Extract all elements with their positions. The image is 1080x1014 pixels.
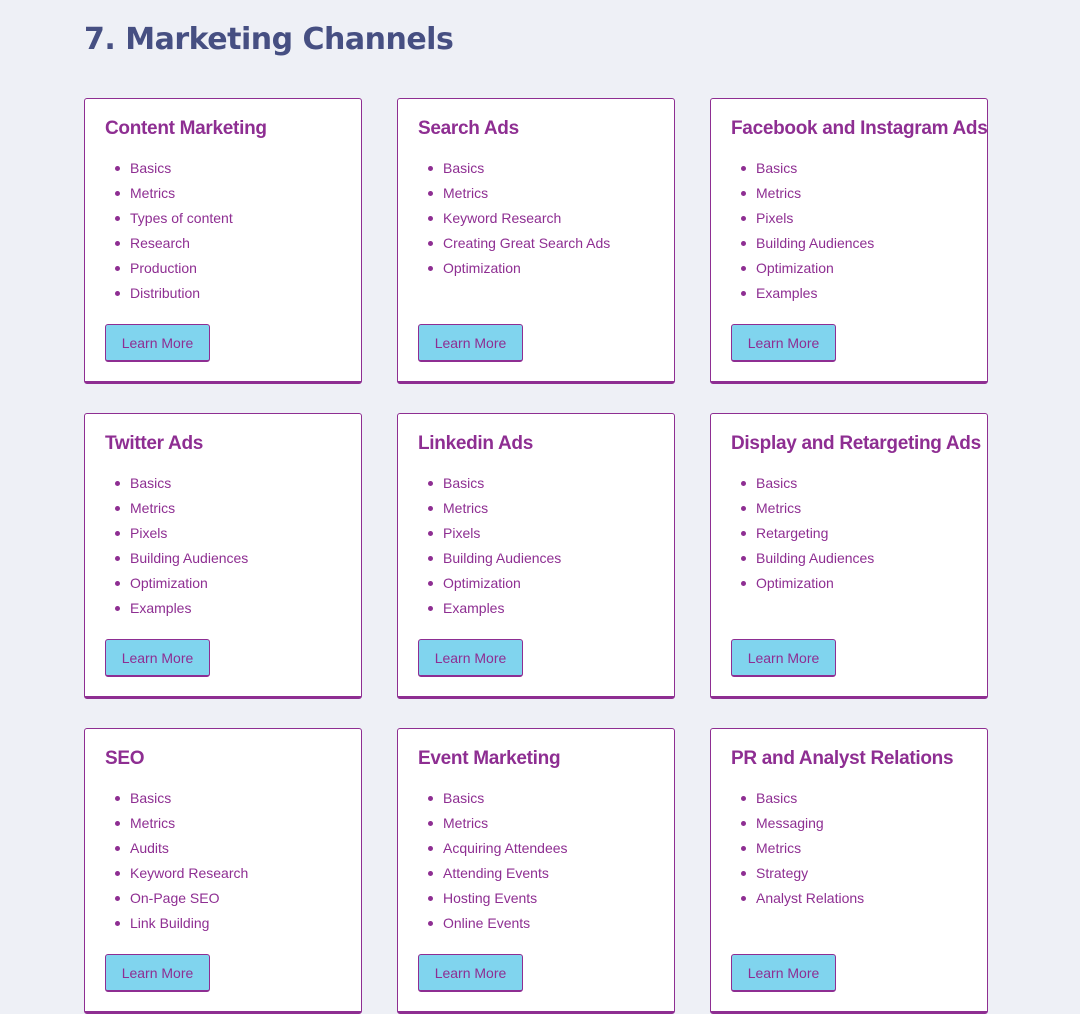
topic-item: Metrics bbox=[427, 496, 561, 521]
topic-item: Optimization bbox=[427, 256, 610, 281]
topic-item: Basics bbox=[115, 156, 233, 181]
card-title: Search Ads bbox=[418, 118, 519, 139]
channel-card: Display and Retargeting Ads Basics Metri… bbox=[710, 413, 988, 699]
topic-item: Pixels bbox=[114, 521, 248, 546]
topic-item: Retargeting bbox=[740, 521, 874, 546]
card-title: PR and Analyst Relations bbox=[731, 748, 954, 769]
topic-list: Basics Metrics Types of content Research… bbox=[105, 156, 233, 306]
topic-list: Basics Metrics Retargeting Building Audi… bbox=[731, 471, 874, 596]
topic-item: Messaging bbox=[740, 811, 864, 836]
topic-item: Link Building bbox=[114, 911, 248, 936]
card-title: Linkedin Ads bbox=[418, 433, 533, 454]
topic-item: Metrics bbox=[114, 496, 248, 521]
channel-card: Twitter Ads Basics Metrics Pixels Buildi… bbox=[84, 413, 362, 699]
topic-item: Metrics bbox=[427, 181, 610, 206]
card-title: Display and Retargeting Ads bbox=[731, 433, 981, 454]
topic-item: Basics bbox=[427, 471, 561, 496]
topic-item: Basics bbox=[114, 786, 248, 811]
topic-list: Basics Metrics Keyword Research Creating… bbox=[418, 156, 610, 281]
topic-item: Metrics bbox=[115, 181, 233, 206]
topic-item: Basics bbox=[427, 156, 610, 181]
topic-item: Pixels bbox=[740, 206, 874, 231]
topic-item: Basics bbox=[740, 156, 874, 181]
channel-card: SEO Basics Metrics Audits Keyword Resear… bbox=[84, 728, 362, 1014]
channel-card: PR and Analyst Relations Basics Messagin… bbox=[710, 728, 988, 1014]
topic-item: Pixels bbox=[427, 521, 561, 546]
topic-item: Basics bbox=[114, 471, 248, 496]
topic-item: Building Audiences bbox=[427, 546, 561, 571]
channel-card: Content Marketing Basics Metrics Types o… bbox=[84, 98, 362, 384]
learn-more-button[interactable]: Learn More bbox=[105, 324, 210, 362]
topic-item: Examples bbox=[740, 281, 874, 306]
topic-item: Examples bbox=[114, 596, 248, 621]
topic-item: Optimization bbox=[427, 571, 561, 596]
topic-item: Metrics bbox=[740, 836, 864, 861]
topic-item: Online Events bbox=[428, 911, 568, 936]
learn-more-button[interactable]: Learn More bbox=[731, 639, 836, 677]
topic-item: Optimization bbox=[114, 571, 248, 596]
topic-list: Basics Messaging Metrics Strategy Analys… bbox=[731, 786, 864, 911]
topic-item: Basics bbox=[428, 786, 568, 811]
topic-list: Basics Metrics Pixels Building Audiences… bbox=[731, 156, 874, 306]
topic-item: Hosting Events bbox=[428, 886, 568, 911]
topic-item: Building Audiences bbox=[740, 231, 874, 256]
topic-list: Basics Metrics Pixels Building Audiences… bbox=[418, 471, 561, 621]
topic-item: Optimization bbox=[740, 256, 874, 281]
topic-item: Types of content bbox=[115, 206, 233, 231]
topic-item: Optimization bbox=[740, 571, 874, 596]
learn-more-button[interactable]: Learn More bbox=[731, 324, 836, 362]
topic-item: Audits bbox=[114, 836, 248, 861]
channel-card: Facebook and Instagram Ads Basics Metric… bbox=[710, 98, 988, 384]
topic-list: Basics Metrics Audits Keyword Research O… bbox=[105, 786, 248, 936]
channel-card: Event Marketing Basics Metrics Acquiring… bbox=[397, 728, 675, 1014]
topic-item: Production bbox=[115, 256, 233, 281]
topic-item: Examples bbox=[427, 596, 561, 621]
topic-item: Keyword Research bbox=[114, 861, 248, 886]
learn-more-button[interactable]: Learn More bbox=[418, 954, 523, 992]
topic-list: Basics Metrics Pixels Building Audiences… bbox=[105, 471, 248, 621]
card-title: Facebook and Instagram Ads bbox=[731, 118, 988, 139]
learn-more-button[interactable]: Learn More bbox=[105, 639, 210, 677]
learn-more-button[interactable]: Learn More bbox=[105, 954, 210, 992]
topic-item: Metrics bbox=[428, 811, 568, 836]
topic-list: Basics Metrics Acquiring Attendees Atten… bbox=[418, 786, 568, 936]
topic-item: Basics bbox=[740, 786, 864, 811]
channel-card: Linkedin Ads Basics Metrics Pixels Build… bbox=[397, 413, 675, 699]
learn-more-button[interactable]: Learn More bbox=[418, 639, 523, 677]
topic-item: Attending Events bbox=[428, 861, 568, 886]
topic-item: Distribution bbox=[115, 281, 233, 306]
learn-more-button[interactable]: Learn More bbox=[731, 954, 836, 992]
topic-item: Building Audiences bbox=[114, 546, 248, 571]
channel-card-grid: Content Marketing Basics Metrics Types o… bbox=[84, 98, 988, 1014]
channel-card: Search Ads Basics Metrics Keyword Resear… bbox=[397, 98, 675, 384]
page-title: 7. Marketing Channels bbox=[84, 22, 454, 57]
topic-item: Research bbox=[115, 231, 233, 256]
topic-item: Metrics bbox=[740, 496, 874, 521]
card-title: Event Marketing bbox=[418, 748, 561, 769]
topic-item: Creating Great Search Ads bbox=[427, 231, 610, 256]
topic-item: Metrics bbox=[740, 181, 874, 206]
topic-item: Metrics bbox=[114, 811, 248, 836]
topic-item: Building Audiences bbox=[740, 546, 874, 571]
topic-item: Strategy bbox=[740, 861, 864, 886]
topic-item: Keyword Research bbox=[427, 206, 610, 231]
card-title: SEO bbox=[105, 748, 145, 769]
topic-item: Acquiring Attendees bbox=[428, 836, 568, 861]
topic-item: Basics bbox=[740, 471, 874, 496]
topic-item: Analyst Relations bbox=[740, 886, 864, 911]
card-title: Content Marketing bbox=[105, 118, 267, 139]
topic-item: On-Page SEO bbox=[114, 886, 248, 911]
learn-more-button[interactable]: Learn More bbox=[418, 324, 523, 362]
card-title: Twitter Ads bbox=[105, 433, 204, 454]
